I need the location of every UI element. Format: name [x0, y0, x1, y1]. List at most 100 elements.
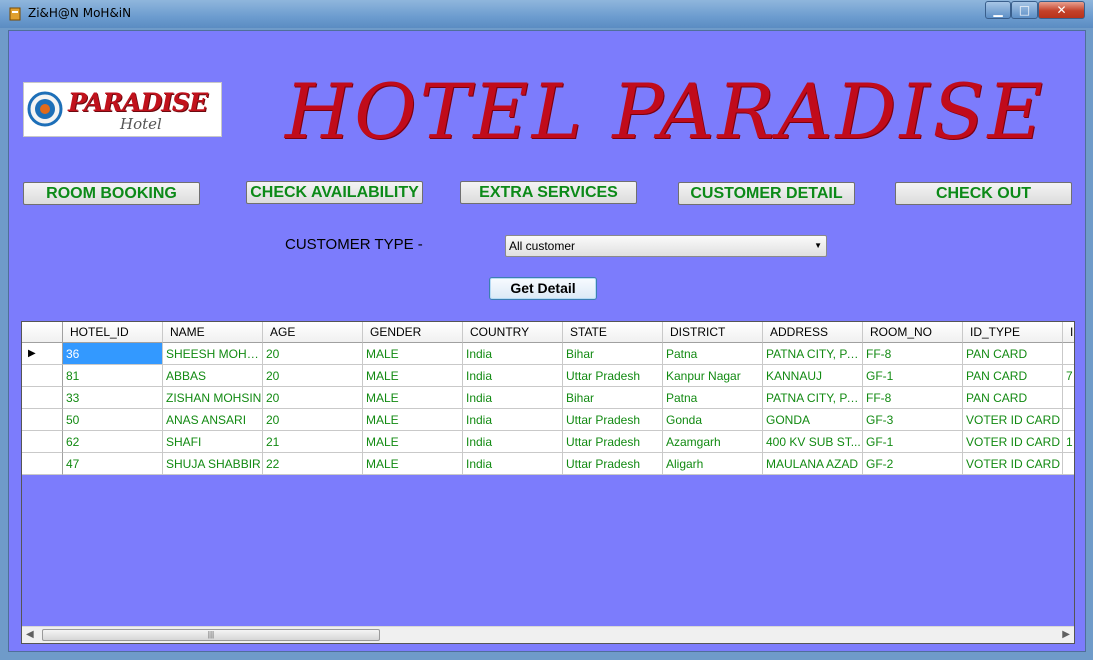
table-row[interactable]: 50 ANAS ANSARI 20 MALE India Uttar Pradesh Gon… [22, 409, 1074, 431]
table-row[interactable]: ▶ 36 SHEESH MOHSIN 20 MALE India Bihar Patna PAT… [22, 343, 1074, 365]
column-header[interactable]: DISTRICT [663, 322, 763, 343]
table-cell[interactable]: 36 [63, 343, 163, 365]
table-cell[interactable]: GF-1 [863, 365, 963, 387]
table-cell[interactable]: 21 [263, 431, 363, 453]
table-cell[interactable]: PAN CARD [963, 365, 1063, 387]
table-cell[interactable]: PATNA CITY, PA... [763, 387, 863, 409]
table-cell[interactable]: Uttar Pradesh [563, 409, 663, 431]
close-button[interactable]: ✕ [1038, 1, 1085, 19]
table-cell[interactable]: MALE [363, 343, 463, 365]
table-cell[interactable]: Aligarh [663, 453, 763, 475]
row-header[interactable] [22, 387, 63, 409]
table-cell[interactable]: 20 [263, 365, 363, 387]
table-cell[interactable]: FF-8 [863, 343, 963, 365]
table-cell[interactable]: 400 KV SUB ST... [763, 431, 863, 453]
table-row[interactable]: 81 ABBAS 20 MALE India Uttar Pradesh Kanpur Na… [22, 365, 1074, 387]
table-cell[interactable]: MALE [363, 453, 463, 475]
table-cell[interactable]: ZISHAN MOHSIN [163, 387, 263, 409]
table-cell[interactable] [1063, 409, 1074, 431]
table-cell[interactable] [1063, 387, 1074, 409]
table-cell[interactable]: 50 [63, 409, 163, 431]
table-cell[interactable]: 33 [63, 387, 163, 409]
row-header[interactable] [22, 365, 63, 387]
table-cell[interactable]: 47 [63, 453, 163, 475]
horizontal-scrollbar[interactable]: ◀ ||| ▶ [22, 626, 1074, 643]
row-header[interactable] [22, 409, 63, 431]
table-cell[interactable]: 1 [1063, 431, 1074, 453]
table-cell[interactable] [1063, 453, 1074, 475]
customer-type-select[interactable]: All customer ▼ [505, 235, 827, 257]
table-cell[interactable]: VOTER ID CARD [963, 453, 1063, 475]
column-header[interactable]: ADDRESS [763, 322, 863, 343]
scrollbar-thumb[interactable]: ||| [42, 629, 380, 641]
customer-grid[interactable]: HOTEL_ID NAME AGE GENDER COUNTRY STATE DISTRIC… [21, 321, 1075, 644]
column-header[interactable]: I [1063, 322, 1074, 343]
check-availability-button[interactable]: CHECK AVAILABILITY [246, 181, 423, 204]
column-header[interactable]: ID_TYPE [963, 322, 1063, 343]
table-cell[interactable]: MALE [363, 409, 463, 431]
table-cell[interactable]: SHUJA SHABBIR [163, 453, 263, 475]
minimize-button[interactable]: ▁ [985, 1, 1011, 19]
table-cell[interactable]: 81 [63, 365, 163, 387]
table-cell[interactable]: ANAS ANSARI [163, 409, 263, 431]
row-header[interactable]: ▶ [22, 343, 63, 365]
column-header[interactable]: STATE [563, 322, 663, 343]
column-header[interactable]: COUNTRY [463, 322, 563, 343]
table-row[interactable]: 47 SHUJA SHABBIR 22 MALE India Uttar Pradesh A… [22, 453, 1074, 475]
table-cell[interactable]: 20 [263, 387, 363, 409]
table-cell[interactable]: India [463, 365, 563, 387]
row-header[interactable] [22, 453, 63, 475]
table-cell[interactable]: Uttar Pradesh [563, 431, 663, 453]
table-cell[interactable]: PAN CARD [963, 387, 1063, 409]
table-cell[interactable]: Gonda [663, 409, 763, 431]
column-header[interactable]: ROOM_NO [863, 322, 963, 343]
table-cell[interactable]: MALE [363, 431, 463, 453]
scroll-left-icon[interactable]: ◀ [26, 629, 34, 640]
table-cell[interactable]: PATNA CITY, PA... [763, 343, 863, 365]
table-cell[interactable]: India [463, 387, 563, 409]
table-cell[interactable]: MAULANA AZAD [763, 453, 863, 475]
table-cell[interactable]: Bihar [563, 387, 663, 409]
table-cell[interactable]: Patna [663, 343, 763, 365]
table-cell[interactable]: GF-2 [863, 453, 963, 475]
table-cell[interactable]: GF-1 [863, 431, 963, 453]
table-cell[interactable]: MALE [363, 365, 463, 387]
table-cell[interactable]: 22 [263, 453, 363, 475]
table-cell[interactable]: GF-3 [863, 409, 963, 431]
table-cell[interactable]: VOTER ID CARD [963, 409, 1063, 431]
table-cell[interactable]: India [463, 409, 563, 431]
table-cell[interactable]: 7 [1063, 365, 1074, 387]
table-cell[interactable]: Kanpur Nagar [663, 365, 763, 387]
customer-detail-button[interactable]: CUSTOMER DETAIL [678, 182, 855, 205]
room-booking-button[interactable]: ROOM BOOKING [23, 182, 200, 205]
table-cell[interactable]: 20 [263, 409, 363, 431]
table-cell[interactable]: ABBAS [163, 365, 263, 387]
table-cell[interactable]: SHAFI [163, 431, 263, 453]
table-cell[interactable]: Bihar [563, 343, 663, 365]
table-cell[interactable]: KANNAUJ [763, 365, 863, 387]
column-header[interactable]: GENDER [363, 322, 463, 343]
get-detail-button[interactable]: Get Detail [489, 277, 597, 300]
table-cell[interactable]: PAN CARD [963, 343, 1063, 365]
table-cell[interactable]: GONDA [763, 409, 863, 431]
table-cell[interactable]: 20 [263, 343, 363, 365]
scroll-right-icon[interactable]: ▶ [1062, 629, 1070, 640]
column-header[interactable]: NAME [163, 322, 263, 343]
table-cell[interactable]: SHEESH MOHSIN [163, 343, 263, 365]
table-row[interactable]: 62 SHAFI 21 MALE India Uttar Pradesh Azamgarh 4… [22, 431, 1074, 453]
table-cell[interactable]: India [463, 431, 563, 453]
table-cell[interactable]: India [463, 343, 563, 365]
column-header[interactable]: HOTEL_ID [63, 322, 163, 343]
table-cell[interactable]: Azamgarh [663, 431, 763, 453]
table-cell[interactable]: Patna [663, 387, 763, 409]
table-cell[interactable]: MALE [363, 387, 463, 409]
check-out-button[interactable]: CHECK OUT [895, 182, 1072, 205]
table-cell[interactable] [1063, 343, 1074, 365]
maximize-button[interactable]: □ [1011, 1, 1038, 19]
table-cell[interactable]: India [463, 453, 563, 475]
column-header[interactable]: AGE [263, 322, 363, 343]
table-cell[interactable]: 62 [63, 431, 163, 453]
extra-services-button[interactable]: EXTRA SERVICES [460, 181, 637, 204]
table-cell[interactable]: Uttar Pradesh [563, 365, 663, 387]
table-row[interactable]: 33 ZISHAN MOHSIN 20 MALE India Bihar Patna PATN… [22, 387, 1074, 409]
